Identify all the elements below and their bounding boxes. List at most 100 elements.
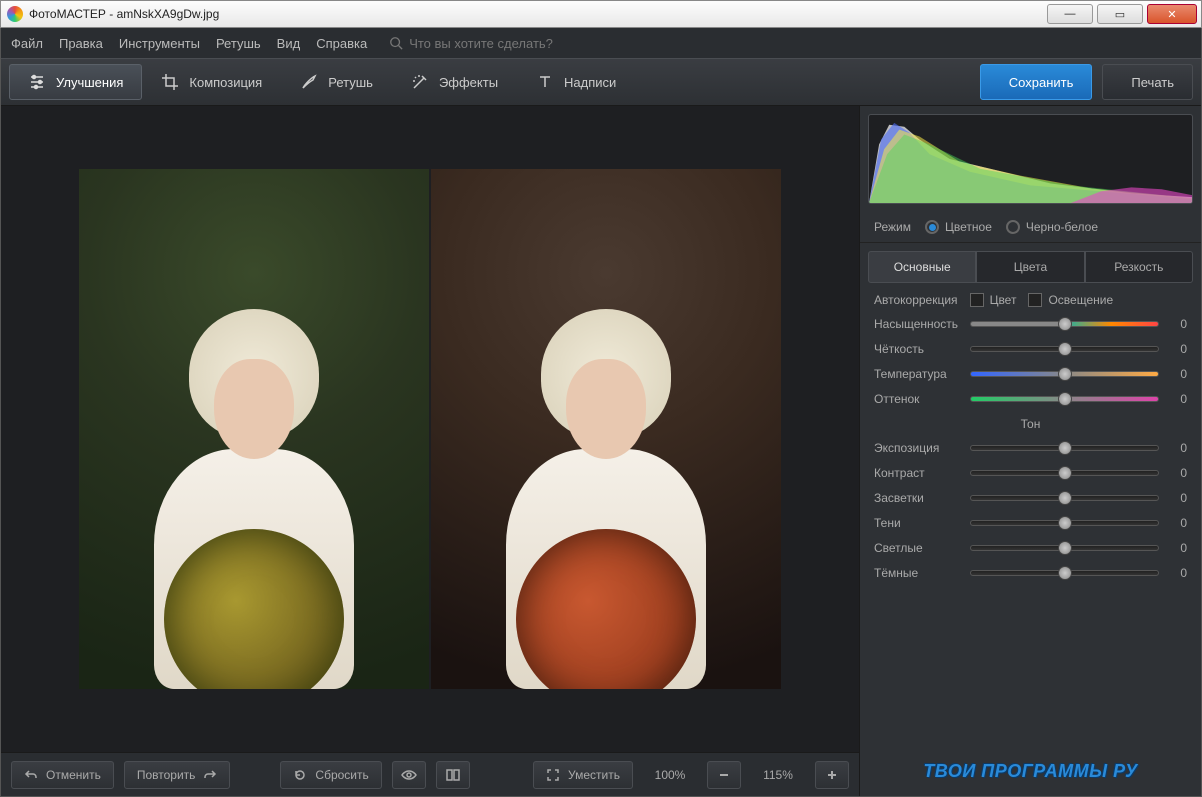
histogram[interactable] bbox=[868, 114, 1193, 204]
search-field[interactable]: Что вы хотите сделать? bbox=[389, 36, 553, 51]
close-button[interactable]: ✕ bbox=[1147, 4, 1197, 24]
bottom-toolbar: Отменить Повторить Сбросить bbox=[1, 752, 859, 796]
tab-composition[interactable]: Композиция bbox=[142, 64, 281, 100]
wand-icon bbox=[411, 73, 429, 91]
sliders-icon bbox=[28, 73, 46, 91]
slider-thumb[interactable] bbox=[1058, 491, 1072, 505]
menu-tools[interactable]: Инструменты bbox=[119, 36, 200, 51]
print-button[interactable]: Печать bbox=[1102, 64, 1193, 100]
mode-bw-radio[interactable]: Черно-белое bbox=[1006, 220, 1098, 234]
slider-label: Засветки bbox=[874, 491, 962, 505]
autocorrect-color-checkbox[interactable]: Цвет bbox=[970, 293, 1017, 307]
slider-row: Чёткость0 bbox=[874, 342, 1187, 356]
slider[interactable] bbox=[970, 542, 1159, 554]
search-icon bbox=[389, 36, 403, 50]
plus-icon bbox=[825, 768, 839, 782]
autocorrect-label: Автокоррекция bbox=[874, 293, 958, 307]
slider-thumb[interactable] bbox=[1058, 466, 1072, 480]
crop-icon bbox=[161, 73, 179, 91]
slider-label: Экспозиция bbox=[874, 441, 962, 455]
search-placeholder: Что вы хотите сделать? bbox=[409, 36, 553, 51]
slider-row: Экспозиция0 bbox=[874, 441, 1187, 455]
menubar: Файл Правка Инструменты Ретушь Вид Справ… bbox=[1, 28, 1201, 58]
minimize-button[interactable]: — bbox=[1047, 4, 1093, 24]
slider-thumb[interactable] bbox=[1058, 566, 1072, 580]
tab-colors[interactable]: Цвета bbox=[976, 251, 1084, 283]
slider[interactable] bbox=[970, 318, 1159, 330]
slider-thumb[interactable] bbox=[1058, 342, 1072, 356]
slider-label: Чёткость bbox=[874, 342, 962, 356]
menu-view[interactable]: Вид bbox=[277, 36, 301, 51]
tab-effects[interactable]: Эффекты bbox=[392, 64, 517, 100]
tab-basic[interactable]: Основные bbox=[868, 251, 976, 283]
slider-value: 0 bbox=[1167, 367, 1187, 381]
slider[interactable] bbox=[970, 567, 1159, 579]
canvas-area[interactable] bbox=[1, 106, 859, 752]
slider-label: Светлые bbox=[874, 541, 962, 555]
mode-label: Режим bbox=[874, 220, 911, 234]
brush-icon bbox=[300, 73, 318, 91]
mode-color-radio[interactable]: Цветное bbox=[925, 220, 992, 234]
tab-sharpness[interactable]: Резкость bbox=[1085, 251, 1193, 283]
compare-toggle-button[interactable] bbox=[436, 761, 470, 789]
slider-row: Тени0 bbox=[874, 516, 1187, 530]
slider-thumb[interactable] bbox=[1058, 516, 1072, 530]
tab-text[interactable]: Надписи bbox=[517, 64, 635, 100]
before-after-compare bbox=[79, 169, 781, 689]
slider[interactable] bbox=[970, 368, 1159, 380]
slider-label: Оттенок bbox=[874, 392, 962, 406]
slider-label: Тёмные bbox=[874, 566, 962, 580]
slider-thumb[interactable] bbox=[1058, 367, 1072, 381]
reset-icon bbox=[293, 768, 307, 782]
redo-button[interactable]: Повторить bbox=[124, 761, 231, 789]
slider[interactable] bbox=[970, 517, 1159, 529]
slider-row: Насыщенность0 bbox=[874, 317, 1187, 331]
photo-after bbox=[431, 169, 781, 689]
slider[interactable] bbox=[970, 393, 1159, 405]
fit-button[interactable]: Уместить bbox=[533, 761, 633, 789]
slider-row: Тёмные 0 bbox=[874, 566, 1187, 580]
compare-icon bbox=[445, 767, 461, 783]
window-titlebar: ФотоМАСТЕР - amNskXA9gDw.jpg — ▭ ✕ bbox=[0, 0, 1202, 28]
slider-thumb[interactable] bbox=[1058, 392, 1072, 406]
right-panel: Режим Цветное Черно-белое Основные Цвета… bbox=[859, 106, 1201, 796]
zoom-in-button[interactable] bbox=[815, 761, 849, 789]
slider[interactable] bbox=[970, 492, 1159, 504]
slider-value: 0 bbox=[1167, 466, 1187, 480]
slider-thumb[interactable] bbox=[1058, 441, 1072, 455]
mode-row: Режим Цветное Черно-белое bbox=[860, 212, 1201, 243]
toolbar: Улучшения Композиция Ретушь Эффекты Надп… bbox=[1, 58, 1201, 106]
slider-value: 0 bbox=[1167, 541, 1187, 555]
slider-row: Контраст0 bbox=[874, 466, 1187, 480]
menu-retouch[interactable]: Ретушь bbox=[216, 36, 261, 51]
reset-button[interactable]: Сбросить bbox=[280, 761, 381, 789]
zoom-out-button[interactable] bbox=[707, 761, 741, 789]
slider-label: Температура bbox=[874, 367, 962, 381]
undo-icon bbox=[24, 768, 38, 782]
slider-row: Светлые 0 bbox=[874, 541, 1187, 555]
photo-before bbox=[79, 169, 429, 689]
slider-value: 0 bbox=[1167, 317, 1187, 331]
slider-value: 0 bbox=[1167, 516, 1187, 530]
maximize-button[interactable]: ▭ bbox=[1097, 4, 1143, 24]
save-button[interactable]: Сохранить bbox=[980, 64, 1093, 100]
autocorrect-light-checkbox[interactable]: Освещение bbox=[1028, 293, 1113, 307]
slider[interactable] bbox=[970, 467, 1159, 479]
zoom-current-label: 115% bbox=[751, 768, 805, 782]
tone-section-label: Тон bbox=[874, 417, 1187, 431]
undo-button[interactable]: Отменить bbox=[11, 761, 114, 789]
tab-enhance[interactable]: Улучшения bbox=[9, 64, 142, 100]
tab-retouch[interactable]: Ретушь bbox=[281, 64, 392, 100]
menu-file[interactable]: Файл bbox=[11, 36, 43, 51]
preview-button[interactable] bbox=[392, 761, 426, 789]
slider-thumb[interactable] bbox=[1058, 317, 1072, 331]
slider[interactable] bbox=[970, 343, 1159, 355]
slider-value: 0 bbox=[1167, 566, 1187, 580]
slider-thumb[interactable] bbox=[1058, 541, 1072, 555]
redo-icon bbox=[203, 768, 217, 782]
slider-value: 0 bbox=[1167, 491, 1187, 505]
menu-help[interactable]: Справка bbox=[316, 36, 367, 51]
menu-edit[interactable]: Правка bbox=[59, 36, 103, 51]
window-title: ФотоМАСТЕР - amNskXA9gDw.jpg bbox=[29, 7, 219, 21]
slider[interactable] bbox=[970, 442, 1159, 454]
